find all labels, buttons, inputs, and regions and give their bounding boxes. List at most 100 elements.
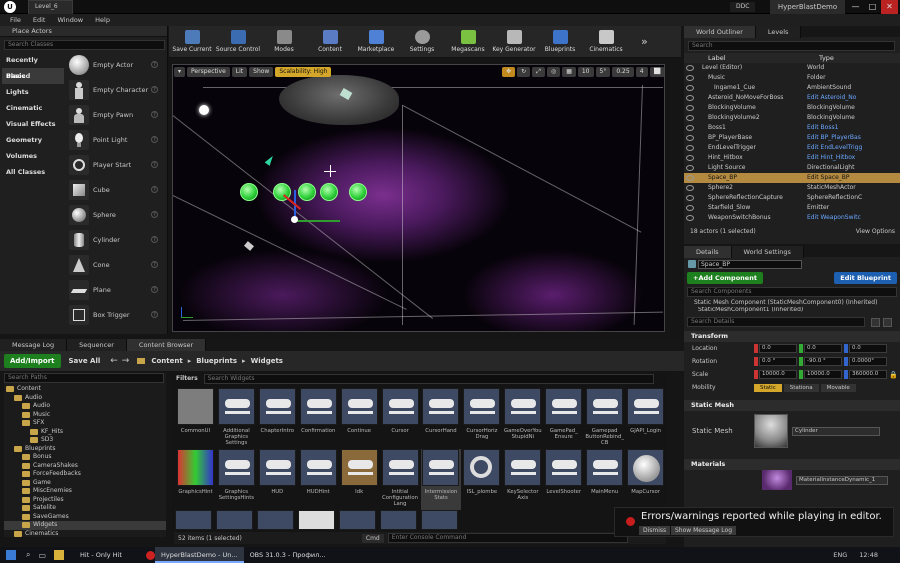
outliner-row[interactable]: SphereReflectionCapture SphereReflectionC: [684, 193, 900, 203]
help-icon[interactable]: ?: [151, 111, 158, 118]
outliner-search-input[interactable]: Search: [688, 41, 895, 51]
asset-tile[interactable]: MapCursor: [625, 449, 666, 510]
visibility-eye-icon[interactable]: [686, 135, 694, 141]
outliner-row-type[interactable]: Edit Boss1: [807, 123, 900, 133]
enemy-sphere[interactable]: [240, 183, 258, 201]
add-import-button[interactable]: Add/Import: [4, 354, 61, 368]
actor-cylinder[interactable]: Cylinder?: [66, 227, 158, 252]
search-paths-input[interactable]: Search Paths: [4, 373, 164, 383]
asset-tile[interactable]: GamePad_ Ensure: [543, 388, 584, 449]
windows-start-icon[interactable]: [6, 550, 16, 560]
material-thumbnail[interactable]: [762, 470, 792, 490]
save-all-button[interactable]: Save All: [69, 357, 101, 365]
mobility-movable[interactable]: Movable: [820, 383, 856, 392]
scale-x[interactable]: 10000.0: [759, 370, 797, 379]
actor-empty-pawn[interactable]: Empty Pawn?: [66, 102, 158, 127]
category-basic[interactable]: Basic: [2, 68, 64, 84]
asset-tile[interactable]: ChapterIntro: [257, 388, 298, 449]
blueprints-button[interactable]: Blueprints: [537, 26, 583, 58]
property-matrix-icon[interactable]: [871, 317, 880, 327]
help-icon[interactable]: ?: [151, 161, 158, 168]
asset-tile[interactable]: Graphics SettingsHints: [216, 449, 257, 510]
menu-help[interactable]: Help: [89, 14, 116, 26]
tree-folder-row[interactable]: MiscEnemies: [4, 487, 166, 496]
tree-folder-row[interactable]: Satelite: [4, 504, 166, 513]
outliner-row[interactable]: Sphere2 StaticMeshActor: [684, 183, 900, 193]
tab-levels[interactable]: Levels: [755, 25, 802, 38]
category-geometry[interactable]: Geometry: [2, 132, 64, 148]
static-mesh-dropdown[interactable]: Cylinder: [792, 426, 880, 436]
content-button[interactable]: Content: [307, 26, 353, 58]
actor-box-trigger[interactable]: Box Trigger?: [66, 302, 158, 327]
mobility-stationary[interactable]: Stationa: [783, 383, 819, 392]
back-arrow-icon[interactable]: ←: [110, 356, 118, 366]
actor-cone[interactable]: Cone?: [66, 252, 158, 277]
asset-tile[interactable]: CursorHand: [421, 388, 462, 449]
save-current-button[interactable]: Save Current: [169, 26, 215, 58]
visibility-eye-icon[interactable]: [686, 185, 694, 191]
rotation-z[interactable]: 0.0000°: [849, 357, 887, 366]
mobility-static[interactable]: Static: [754, 383, 782, 392]
tree-folder-row[interactable]: Blueprints: [4, 445, 166, 454]
widget-asset-thumb[interactable]: [421, 510, 458, 530]
toolbar-overflow-icon[interactable]: »: [641, 35, 648, 48]
help-icon[interactable]: ?: [151, 286, 158, 293]
tree-folder-row[interactable]: Game: [4, 479, 166, 488]
visibility-eye-icon[interactable]: [686, 85, 694, 91]
asset-tile[interactable]: Idk: [339, 449, 380, 510]
outliner-row[interactable]: WeaponSwitchBonus Edit WeaponSwitc: [684, 213, 900, 223]
asteroid-mesh[interactable]: [279, 75, 399, 125]
view-options-button[interactable]: View Options: [856, 228, 895, 235]
help-icon[interactable]: ?: [151, 186, 158, 193]
source-control-button[interactable]: Source Control: [215, 26, 261, 58]
visibility-eye-icon[interactable]: [686, 95, 694, 101]
outliner-row[interactable]: BlockingVolume BlockingVolume: [684, 103, 900, 113]
level-tab[interactable]: Level_6: [28, 0, 73, 14]
tree-folder-row[interactable]: Projectiles: [4, 496, 166, 505]
visibility-eye-icon[interactable]: [686, 175, 694, 181]
category-lights[interactable]: Lights: [2, 84, 64, 100]
marketplace-button[interactable]: Marketplace: [353, 26, 399, 58]
actor-plane[interactable]: Plane?: [66, 277, 158, 302]
tree-folder-row[interactable]: SFX: [4, 419, 166, 428]
outliner-row-type[interactable]: Edit Hint_Hitbox: [807, 153, 900, 163]
visibility-eye-icon[interactable]: [686, 75, 694, 81]
tab-message-log[interactable]: Message Log: [0, 339, 68, 351]
asset-tile[interactable]: KeySelector Axis: [502, 449, 543, 510]
place-actors-tab[interactable]: Place Actors: [0, 26, 167, 37]
tree-folder-row[interactable]: SD3: [4, 436, 166, 445]
outliner-row[interactable]: EndLevelTrigger Edit EndLevelTrigg: [684, 143, 900, 153]
tree-folder-row[interactable]: KF_Hits: [4, 428, 166, 437]
actor-name-field[interactable]: Space_BP: [698, 260, 802, 269]
transform-rotate-icon[interactable]: ↻: [517, 66, 531, 77]
outliner-row[interactable]: BlockingVolume2 BlockingVolume: [684, 113, 900, 123]
filters-button[interactable]: Filters: [176, 375, 198, 382]
outliner-row[interactable]: Space_BP Edit Space_BP: [684, 173, 900, 183]
modes-button[interactable]: Modes: [261, 26, 307, 58]
language-indicator[interactable]: ENG: [833, 551, 847, 559]
grid-snap-value[interactable]: 10: [577, 66, 594, 77]
scale-y[interactable]: 10000.0: [804, 370, 842, 379]
column-header-label[interactable]: Label: [708, 54, 819, 62]
widget-asset-thumb[interactable]: [257, 510, 294, 530]
megascans-button[interactable]: Megascans: [445, 26, 491, 58]
help-icon[interactable]: ?: [151, 136, 158, 143]
edit-blueprint-button[interactable]: Edit Blueprint: [834, 272, 897, 284]
path-widgets[interactable]: Widgets: [251, 357, 283, 365]
path-blueprints[interactable]: Blueprints: [196, 357, 237, 365]
cinematics-button[interactable]: Cinematics: [583, 26, 629, 58]
search-components-input[interactable]: Search Components: [687, 287, 897, 297]
outliner-row[interactable]: Ingame1_Cue AmbientSound: [684, 83, 900, 93]
menu-edit[interactable]: Edit: [27, 14, 52, 26]
category-recently-placed[interactable]: Recently Placed: [2, 52, 64, 80]
viewport-options-button[interactable]: ▾: [174, 66, 186, 77]
category-cinematic[interactable]: Cinematic: [2, 100, 64, 116]
settings-button[interactable]: Settings: [399, 26, 445, 58]
asset-tile[interactable]: HUD: [257, 449, 298, 510]
category-visual-effects[interactable]: Visual Effects: [2, 116, 64, 132]
asset-tile[interactable]: Cursor: [380, 388, 421, 449]
asset-tile[interactable]: LevelShooter: [543, 449, 584, 510]
lit-button[interactable]: Lit: [231, 66, 248, 77]
tab-world-settings[interactable]: World Settings: [731, 245, 804, 258]
widget-asset-thumb[interactable]: [380, 510, 417, 530]
